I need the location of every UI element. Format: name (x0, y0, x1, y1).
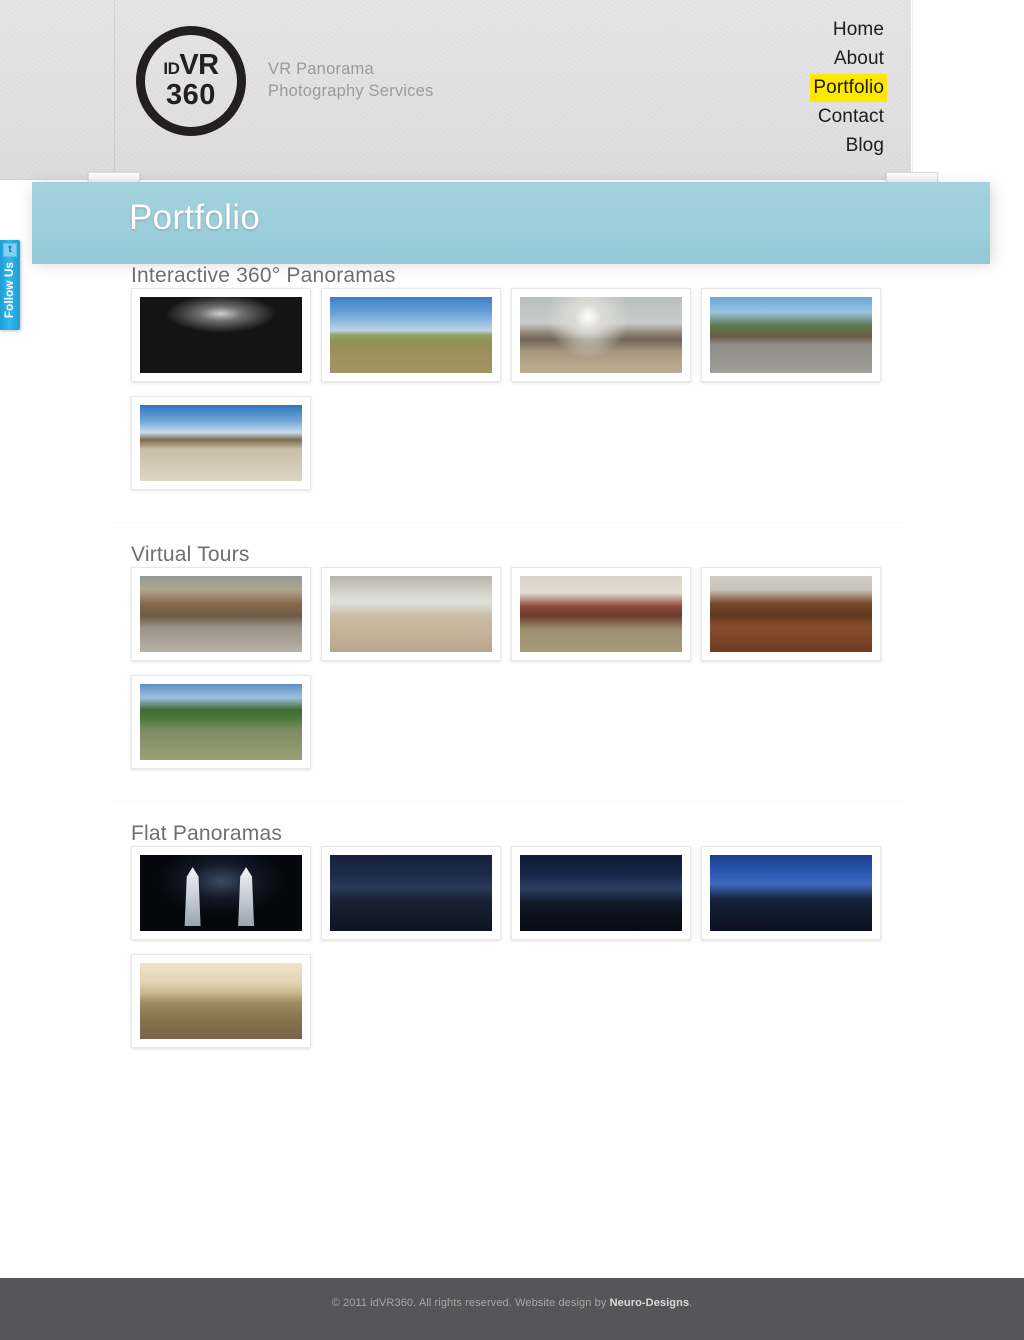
page-title: Portfolio (129, 198, 261, 237)
thumbnail-grid (0, 846, 1024, 1062)
thumbnail-image (520, 297, 682, 373)
logo-360-text: 360 (166, 79, 216, 112)
site-logo[interactable]: IDVR 360 VR Panorama Photography Service… (136, 26, 433, 136)
portfolio-content: Interactive 360° Panoramas Virtual Tours (0, 264, 1024, 1062)
portfolio-thumbnail[interactable] (701, 846, 881, 940)
logo-id-text: ID (163, 59, 180, 79)
copyright-prefix: © 2011 idVR360. All rights reserved. Web… (331, 1297, 610, 1309)
tagline-line-1: VR Panorama (268, 60, 374, 79)
portfolio-thumbnail[interactable] (131, 954, 311, 1048)
thumbnail-image (710, 855, 872, 931)
portfolio-thumbnail[interactable] (131, 675, 311, 769)
portfolio-thumbnail[interactable] (131, 846, 311, 940)
page-root: IDVR 360 VR Panorama Photography Service… (0, 0, 1024, 1340)
nav-item-portfolio[interactable]: Portfolio (810, 74, 887, 103)
thumbnail-image (140, 297, 302, 373)
thumbnail-image (140, 576, 302, 652)
thumbnail-image (710, 576, 872, 652)
portfolio-thumbnail[interactable] (321, 288, 501, 382)
section-divider (111, 522, 904, 523)
nav-item-blog[interactable]: Blog (810, 132, 887, 160)
thumbnail-image (140, 855, 302, 931)
banner-hanger-right-line (912, 0, 913, 172)
logo-vr-text: VR (179, 49, 219, 82)
thumbnail-image (140, 963, 302, 1039)
nav-item-home[interactable]: Home (810, 16, 887, 44)
section-divider (111, 801, 904, 802)
thumbnail-image (330, 576, 492, 652)
thumbnail-image (140, 405, 302, 481)
banner-hanger-left-line (114, 0, 115, 172)
section-title: Interactive 360° Panoramas (131, 264, 396, 287)
portfolio-thumbnail[interactable] (321, 567, 501, 661)
design-credit-link[interactable]: Neuro-Designs (610, 1297, 690, 1309)
twitter-icon[interactable]: t (3, 243, 17, 257)
nav-item-about[interactable]: About (810, 45, 887, 73)
thumbnail-image (520, 576, 682, 652)
portfolio-thumbnail[interactable] (131, 567, 311, 661)
portfolio-thumbnail[interactable] (511, 846, 691, 940)
copyright-text: © 2011 idVR360. All rights reserved. Web… (332, 1297, 693, 1309)
section-virtual-tours: Virtual Tours (0, 543, 1024, 783)
portfolio-thumbnail[interactable] (701, 567, 881, 661)
portfolio-thumbnail[interactable] (511, 567, 691, 661)
portfolio-thumbnail[interactable] (511, 288, 691, 382)
section-flat-panoramas: Flat Panoramas (0, 822, 1024, 1062)
copyright-suffix: . (689, 1297, 693, 1309)
thumbnail-grid (0, 567, 1024, 783)
thumbnail-image (140, 684, 302, 760)
logo-circle-mark: IDVR 360 (136, 26, 246, 136)
portfolio-thumbnail[interactable] (131, 288, 311, 382)
page-title-banner: Portfolio (32, 182, 990, 264)
nav-item-contact[interactable]: Contact (810, 103, 887, 131)
site-tagline: VR Panorama Photography Services (268, 59, 433, 103)
site-footer: © 2011 idVR360. All rights reserved. Web… (0, 1278, 1024, 1340)
portfolio-thumbnail[interactable] (321, 846, 501, 940)
section-title: Flat Panoramas (131, 822, 283, 845)
thumbnail-image (330, 297, 492, 373)
thumbnail-image (520, 855, 682, 931)
portfolio-thumbnail[interactable] (131, 396, 311, 490)
portfolio-thumbnail[interactable] (701, 288, 881, 382)
main-navigation[interactable]: Home About Portfolio Contact Blog (810, 16, 887, 162)
tagline-line-2: Photography Services (268, 82, 434, 100)
section-title: Virtual Tours (131, 543, 250, 566)
site-header: IDVR 360 VR Panorama Photography Service… (0, 0, 911, 180)
logo-top-text: IDVR (163, 49, 219, 82)
thumbnail-image (330, 855, 492, 931)
section-interactive-360-panoramas: Interactive 360° Panoramas (0, 264, 1024, 504)
thumbnail-image (710, 297, 872, 373)
thumbnail-grid (0, 288, 1024, 504)
